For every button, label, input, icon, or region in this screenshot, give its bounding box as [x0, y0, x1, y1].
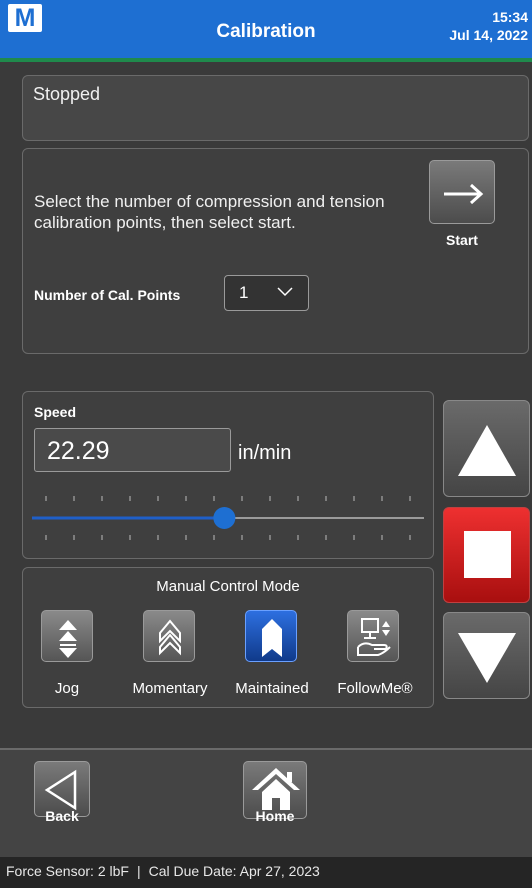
- arrow-right-icon: [444, 183, 484, 205]
- cal-points-label: Number of Cal. Points: [34, 287, 181, 303]
- footer-separator: |: [136, 863, 141, 879]
- start-button[interactable]: [429, 160, 495, 224]
- move-down-button[interactable]: [443, 612, 530, 699]
- speed-unit: in/min: [238, 442, 292, 464]
- back-label: Back: [45, 808, 79, 824]
- maintained-icon: [262, 619, 282, 657]
- followme-label: FollowMe®: [337, 680, 413, 697]
- footer-text: Force Sensor: 2 lbF | Cal Due Date: Apr 27…: [6, 863, 320, 879]
- header-accent-stripe: [0, 58, 532, 62]
- speed-value: 22.29: [47, 437, 110, 465]
- stop-button[interactable]: [443, 507, 530, 603]
- maintained-label: Maintained: [235, 680, 309, 697]
- status-text: Stopped: [33, 84, 101, 104]
- start-label: Start: [446, 232, 478, 248]
- home-label: Home: [255, 808, 295, 824]
- jog-label: Jog: [54, 680, 80, 697]
- force-sensor-info: Force Sensor: 2 lbF: [6, 863, 129, 879]
- down-arrow-icon: [458, 633, 516, 683]
- momentary-button[interactable]: [143, 610, 195, 662]
- momentary-chevrons-icon: [159, 619, 181, 656]
- speed-input[interactable]: 22.29: [34, 428, 231, 472]
- momentary-label: Momentary: [132, 680, 208, 697]
- manual-control-panel: Manual Control Mode Jog Momentary Mainta…: [22, 567, 434, 708]
- followme-button[interactable]: [347, 610, 399, 662]
- up-arrow-icon: [458, 425, 516, 476]
- slider-thumb[interactable]: [213, 507, 236, 529]
- status-box: Stopped: [22, 75, 529, 141]
- slider-ticks-top: [45, 496, 411, 501]
- cal-due-date: Cal Due Date: Apr 27, 2023: [148, 863, 320, 879]
- manual-control-title: Manual Control Mode: [156, 578, 300, 595]
- speed-panel: Speed 22.29 in/min: [22, 391, 434, 559]
- clock: 15:34 Jul 14, 2022: [449, 8, 528, 44]
- speed-label: Speed: [34, 404, 77, 420]
- stop-square-icon: [464, 531, 511, 578]
- cal-points-select[interactable]: 1: [224, 275, 309, 311]
- instructions-text: Select the number of compression and ten…: [34, 192, 385, 232]
- cal-points-value: 1: [239, 283, 249, 302]
- slider-ticks-bottom: [45, 535, 411, 540]
- header-bar: M Calibration 15:34 Jul 14, 2022: [0, 0, 532, 58]
- speed-slider[interactable]: [32, 490, 424, 542]
- jog-triangles-icon: [59, 620, 77, 658]
- jog-button[interactable]: [41, 610, 93, 662]
- followme-hand-icon: [357, 618, 391, 656]
- move-up-button[interactable]: [443, 400, 530, 497]
- chevron-down-icon: [277, 287, 293, 297]
- clock-date: Jul 14, 2022: [449, 27, 528, 43]
- clock-time: 15:34: [492, 9, 528, 25]
- maintained-button[interactable]: [245, 610, 297, 662]
- status-footer: Force Sensor: 2 lbF | Cal Due Date: Apr 27…: [0, 857, 532, 888]
